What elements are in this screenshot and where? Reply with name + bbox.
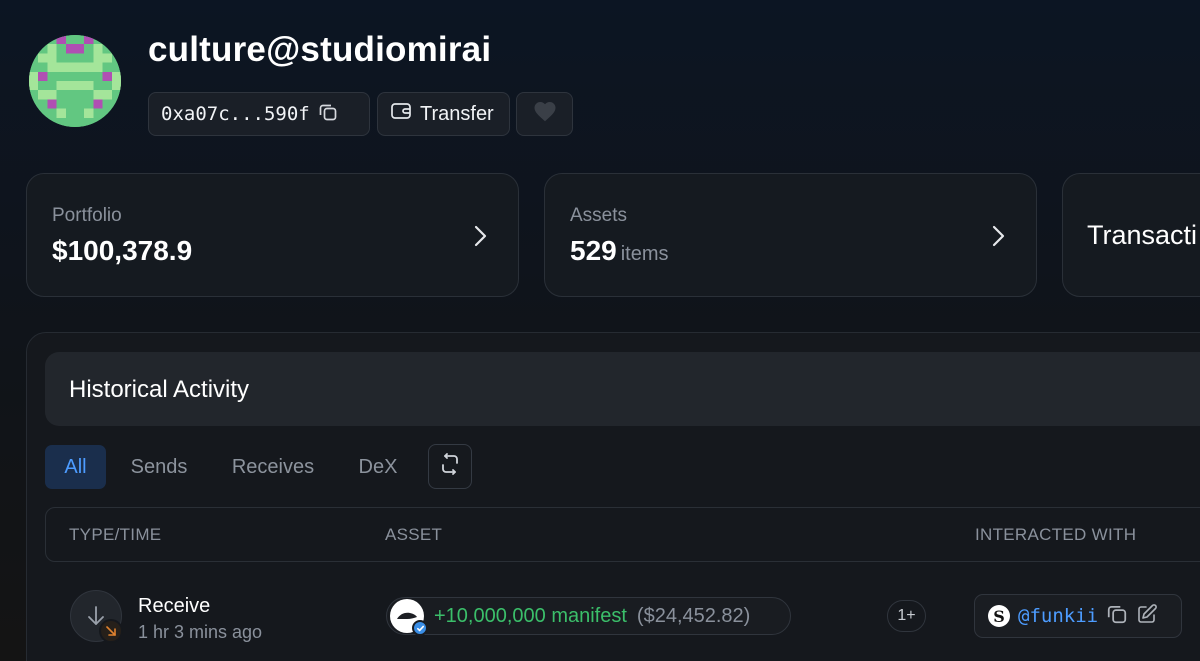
assets-label: Assets: [570, 205, 628, 226]
tab-sends[interactable]: Sends: [117, 445, 201, 489]
transfer-button[interactable]: Transfer: [377, 92, 510, 136]
row-time: 1 hr 3 mins ago: [138, 622, 263, 642]
filter-button[interactable]: [428, 444, 472, 489]
assets-count: 529: [570, 235, 617, 266]
transfer-label: Transfer: [420, 102, 494, 125]
verified-check-icon: [412, 620, 428, 636]
portfolio-label: Portfolio: [52, 205, 122, 226]
activity-table-header: TYPE/TIME ASSET INTERACTED WITH: [45, 507, 1200, 562]
column-asset: ASSET: [385, 525, 443, 544]
token-logo: [390, 599, 428, 636]
asset-amount: +10,000,000 manifest: [434, 604, 627, 627]
chevron-right-icon: [472, 224, 488, 253]
assets-unit: items: [620, 243, 669, 265]
counterparty-handle[interactable]: @funkii: [1018, 605, 1098, 627]
profile-avatar: [29, 35, 121, 127]
counterparty-logo: S: [988, 605, 1010, 627]
edit-icon[interactable]: [1136, 603, 1158, 630]
tab-receives[interactable]: Receives: [219, 445, 327, 489]
more-assets-badge[interactable]: 1+: [887, 600, 926, 632]
portfolio-card[interactable]: Portfolio $100,378.9: [26, 173, 519, 297]
tab-dex[interactable]: DeX: [346, 445, 410, 489]
copy-icon: [318, 102, 338, 127]
wallet-icon: [390, 101, 412, 127]
activity-title: Historical Activity: [69, 376, 250, 403]
arrow-down-right-icon: [99, 619, 123, 643]
wallet-address: 0xa07c...590f: [161, 103, 310, 125]
assets-card[interactable]: Assets 529 items: [544, 173, 1037, 297]
assets-value: 529 items: [570, 235, 669, 267]
transactions-label: Transacti: [1087, 220, 1198, 250]
counterparty-pill[interactable]: S @funkii: [974, 594, 1182, 638]
heart-icon: [532, 99, 558, 129]
favorite-button[interactable]: [516, 92, 573, 136]
portfolio-value: $100,378.9: [52, 235, 193, 266]
swap-filter-icon: [439, 453, 461, 480]
row-type: Receive: [138, 595, 211, 617]
copy-address-button[interactable]: 0xa07c...590f: [148, 92, 370, 136]
activity-header: Historical Activity: [45, 352, 1200, 426]
tab-all[interactable]: All: [45, 445, 106, 489]
column-type-time: TYPE/TIME: [69, 525, 162, 544]
asset-pill[interactable]: +10,000,000 manifest ($24,452.82): [386, 597, 791, 636]
column-interacted-with: INTERACTED WITH: [975, 525, 1137, 544]
transactions-card[interactable]: Transacti: [1062, 173, 1200, 297]
chevron-right-icon: [990, 224, 1006, 253]
asset-usd-value: ($24,452.82): [636, 604, 751, 627]
copy-icon[interactable]: [1106, 603, 1128, 630]
profile-username: culture@studiomirai: [148, 30, 492, 69]
